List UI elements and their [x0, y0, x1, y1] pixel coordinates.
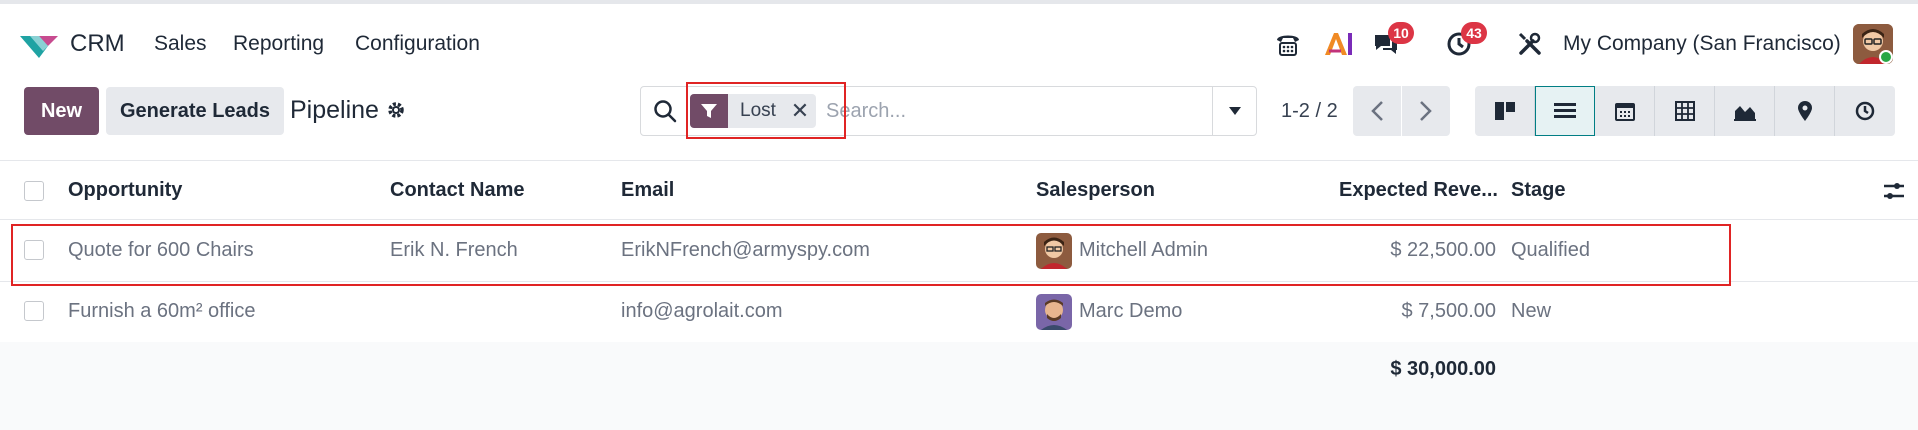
cell-opportunity[interactable]: Furnish a 60m² office [68, 300, 256, 323]
menu-sales[interactable]: Sales [154, 32, 207, 56]
view-activity-button[interactable] [1835, 86, 1895, 136]
crm-logo-icon[interactable] [18, 30, 60, 60]
highlight-box-facet [686, 82, 846, 139]
menu-configuration[interactable]: Configuration [355, 32, 480, 56]
generate-leads-button[interactable]: Generate Leads [106, 87, 284, 135]
column-expected-revenue[interactable]: Expected Reve... [1339, 179, 1498, 202]
search-icon[interactable] [652, 98, 678, 124]
calendar-icon [1614, 103, 1635, 121]
cell-stage[interactable]: New [1511, 300, 1551, 323]
activities-icon[interactable]: 43 [1443, 22, 1487, 60]
list-footer [0, 342, 1918, 430]
column-salesperson[interactable]: Salesperson [1036, 179, 1155, 202]
online-status-dot [1879, 50, 1893, 64]
pager-value[interactable]: 1-2 / 2 [1281, 100, 1338, 123]
cell-expected-revenue[interactable]: $ 7,500.00 [1300, 300, 1496, 323]
view-calendar-button[interactable] [1595, 86, 1655, 136]
column-stage[interactable]: Stage [1511, 179, 1565, 202]
optional-columns-icon[interactable] [1882, 181, 1906, 206]
column-email[interactable]: Email [621, 179, 674, 202]
messages-badge: 10 [1388, 22, 1414, 44]
chevron-left-icon [1371, 101, 1383, 121]
gear-icon[interactable] [386, 100, 406, 126]
messages-icon[interactable]: 10 [1370, 22, 1414, 60]
cell-salesperson[interactable]: Marc Demo [1079, 300, 1182, 323]
tools-icon[interactable] [1514, 28, 1546, 60]
pager-previous-button[interactable] [1353, 86, 1401, 136]
view-map-button[interactable] [1775, 86, 1835, 136]
area-chart-icon [1733, 106, 1756, 121]
map-pin-icon [1797, 101, 1812, 121]
column-opportunity[interactable]: Opportunity [68, 179, 182, 202]
salesperson-avatar[interactable] [1036, 294, 1072, 330]
new-button[interactable]: New [24, 87, 99, 135]
list-header: Opportunity Contact Name Email Salespers… [0, 160, 1918, 220]
table-row[interactable]: Furnish a 60m² office info@agrolait.com … [0, 282, 1918, 343]
search-options-toggle[interactable] [1212, 87, 1256, 135]
chevron-right-icon [1420, 101, 1432, 121]
select-all-checkbox[interactable] [24, 181, 44, 201]
kanban-icon [1494, 102, 1515, 120]
highlight-box-row [11, 224, 1731, 286]
view-kanban-button[interactable] [1475, 86, 1535, 136]
clock-icon [1855, 101, 1875, 121]
ai-icon[interactable] [1322, 28, 1354, 60]
activities-badge: 43 [1461, 22, 1487, 44]
phone-icon[interactable] [1272, 28, 1304, 60]
cell-email[interactable]: info@agrolait.com [621, 300, 782, 323]
top-navbar: CRM Sales Reporting Configuration 10 43 … [0, 0, 1918, 80]
app-name[interactable]: CRM [70, 30, 125, 58]
pivot-icon [1674, 101, 1695, 121]
column-contact-name[interactable]: Contact Name [390, 179, 524, 202]
view-pivot-button[interactable] [1655, 86, 1715, 136]
view-list-button[interactable] [1535, 86, 1595, 136]
breadcrumb-pipeline: Pipeline [290, 96, 379, 124]
search-input[interactable] [826, 96, 1206, 126]
pager-next-button[interactable] [1402, 86, 1450, 136]
row-checkbox[interactable] [24, 301, 44, 321]
total-expected-revenue: $ 30,000.00 [1390, 358, 1496, 380]
view-graph-button[interactable] [1715, 86, 1775, 136]
company-switcher[interactable]: My Company (San Francisco) [1563, 32, 1841, 56]
list-icon [1554, 103, 1576, 118]
menu-reporting[interactable]: Reporting [233, 32, 324, 56]
caret-down-icon [1228, 107, 1241, 115]
